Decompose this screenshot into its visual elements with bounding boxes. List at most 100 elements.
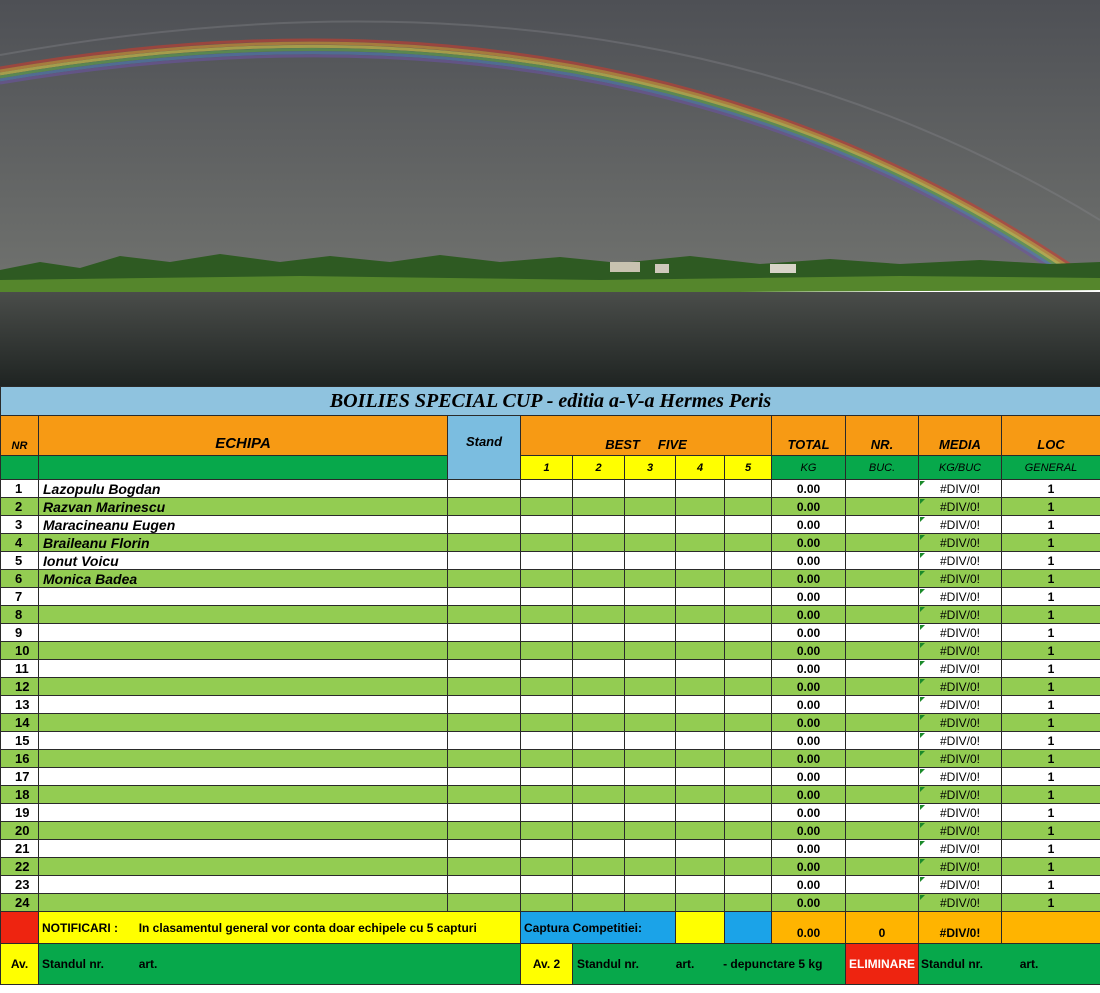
row-best-5[interactable] [724, 533, 772, 552]
row-best-3[interactable] [624, 659, 676, 678]
row-best-1[interactable] [520, 605, 573, 624]
row-best-5[interactable] [724, 605, 772, 624]
row-best-3[interactable] [624, 587, 676, 606]
row-best-5[interactable] [724, 713, 772, 732]
row-best-1[interactable] [520, 767, 573, 786]
row-best-2[interactable] [572, 623, 625, 642]
row-best-4[interactable] [675, 695, 725, 714]
row-best-4[interactable] [675, 605, 725, 624]
row-best-3[interactable] [624, 731, 676, 750]
row-stand[interactable] [447, 767, 521, 786]
row-best-4[interactable] [675, 785, 725, 804]
row-buc[interactable] [845, 875, 919, 894]
row-best-5[interactable] [724, 659, 772, 678]
row-best-4[interactable] [675, 479, 725, 498]
row-best-2[interactable] [572, 587, 625, 606]
row-best-2[interactable] [572, 677, 625, 696]
row-best-1[interactable] [520, 641, 573, 660]
row-best-2[interactable] [572, 605, 625, 624]
row-buc[interactable] [845, 659, 919, 678]
row-best-3[interactable] [624, 857, 676, 876]
row-best-3[interactable] [624, 623, 676, 642]
row-best-5[interactable] [724, 677, 772, 696]
row-best-5[interactable] [724, 569, 772, 588]
row-best-4[interactable] [675, 893, 725, 912]
row-team[interactable] [38, 641, 448, 660]
row-best-1[interactable] [520, 677, 573, 696]
captura-blue-cell[interactable] [724, 911, 772, 944]
row-best-1[interactable] [520, 821, 573, 840]
row-team[interactable] [38, 659, 448, 678]
row-best-1[interactable] [520, 749, 573, 768]
row-team[interactable]: Braileanu Florin [38, 533, 448, 552]
row-best-1[interactable] [520, 497, 573, 516]
row-best-1[interactable] [520, 479, 573, 498]
captura-yellow-cell[interactable] [675, 911, 725, 944]
row-best-1[interactable] [520, 839, 573, 858]
row-buc[interactable] [845, 551, 919, 570]
row-best-3[interactable] [624, 677, 676, 696]
row-best-2[interactable] [572, 821, 625, 840]
row-best-1[interactable] [520, 587, 573, 606]
row-best-4[interactable] [675, 839, 725, 858]
row-team[interactable] [38, 803, 448, 822]
row-stand[interactable] [447, 605, 521, 624]
row-best-2[interactable] [572, 875, 625, 894]
row-best-1[interactable] [520, 569, 573, 588]
row-stand[interactable] [447, 695, 521, 714]
row-stand[interactable] [447, 497, 521, 516]
row-best-3[interactable] [624, 839, 676, 858]
row-stand[interactable] [447, 677, 521, 696]
row-best-4[interactable] [675, 821, 725, 840]
row-best-5[interactable] [724, 551, 772, 570]
row-best-1[interactable] [520, 875, 573, 894]
row-best-4[interactable] [675, 623, 725, 642]
row-best-1[interactable] [520, 551, 573, 570]
row-team[interactable] [38, 857, 448, 876]
row-best-5[interactable] [724, 587, 772, 606]
row-best-3[interactable] [624, 497, 676, 516]
row-best-2[interactable] [572, 803, 625, 822]
row-best-4[interactable] [675, 515, 725, 534]
row-best-4[interactable] [675, 857, 725, 876]
row-buc[interactable] [845, 569, 919, 588]
row-best-5[interactable] [724, 479, 772, 498]
row-best-1[interactable] [520, 803, 573, 822]
row-team[interactable] [38, 695, 448, 714]
row-buc[interactable] [845, 695, 919, 714]
row-best-4[interactable] [675, 749, 725, 768]
row-team[interactable]: Maracineanu Eugen [38, 515, 448, 534]
row-best-3[interactable] [624, 713, 676, 732]
row-best-2[interactable] [572, 479, 625, 498]
row-best-1[interactable] [520, 731, 573, 750]
row-buc[interactable] [845, 533, 919, 552]
row-best-5[interactable] [724, 695, 772, 714]
row-best-2[interactable] [572, 641, 625, 660]
row-team[interactable] [38, 839, 448, 858]
row-best-5[interactable] [724, 875, 772, 894]
row-best-5[interactable] [724, 857, 772, 876]
row-team[interactable] [38, 587, 448, 606]
row-best-4[interactable] [675, 659, 725, 678]
row-buc[interactable] [845, 821, 919, 840]
row-best-1[interactable] [520, 623, 573, 642]
row-buc[interactable] [845, 623, 919, 642]
row-team[interactable] [38, 713, 448, 732]
row-stand[interactable] [447, 821, 521, 840]
row-stand[interactable] [447, 623, 521, 642]
row-stand[interactable] [447, 731, 521, 750]
row-buc[interactable] [845, 515, 919, 534]
row-best-1[interactable] [520, 515, 573, 534]
row-stand[interactable] [447, 641, 521, 660]
row-best-1[interactable] [520, 785, 573, 804]
row-best-4[interactable] [675, 713, 725, 732]
row-best-4[interactable] [675, 731, 725, 750]
row-stand[interactable] [447, 839, 521, 858]
row-team[interactable] [38, 767, 448, 786]
row-best-2[interactable] [572, 731, 625, 750]
row-best-5[interactable] [724, 641, 772, 660]
row-best-2[interactable] [572, 839, 625, 858]
row-best-2[interactable] [572, 767, 625, 786]
row-best-2[interactable] [572, 569, 625, 588]
row-best-2[interactable] [572, 497, 625, 516]
